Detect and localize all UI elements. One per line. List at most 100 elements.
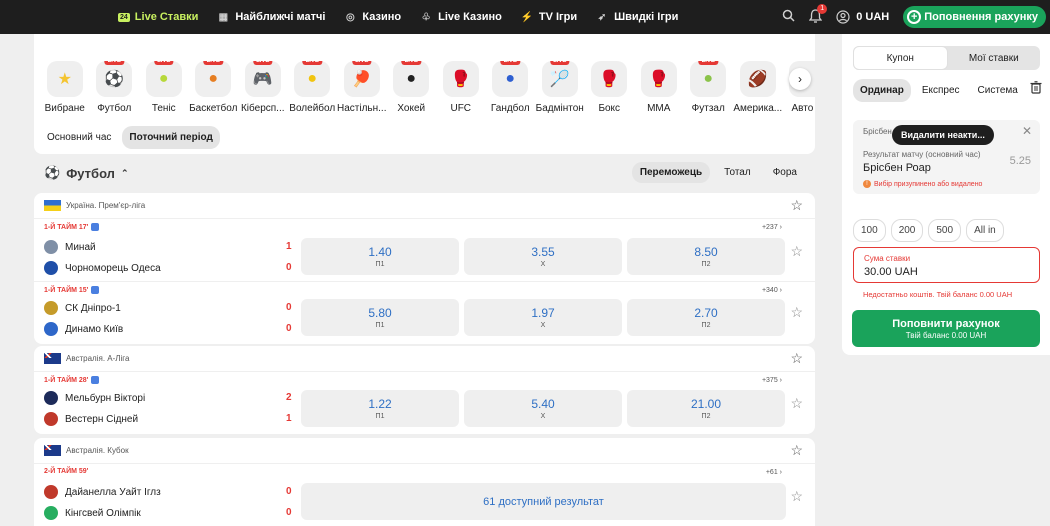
sport-item[interactable]: ● LIVE Гандбол: [486, 61, 536, 114]
team-name: Кінгсвей Олімпік: [65, 507, 141, 519]
more-markets-link[interactable]: +237 ›: [762, 224, 782, 231]
close-icon[interactable]: ✕: [1022, 124, 1032, 138]
stats-icon[interactable]: [91, 286, 100, 294]
nav-tv-games[interactable]: ⚡ TV Ігри: [520, 10, 577, 24]
more-markets-link[interactable]: +61 ›: [766, 469, 782, 476]
league-name: Австралія. Кубок: [66, 446, 129, 455]
bet-warning: ! Вибір призупинено або видалено: [863, 180, 982, 188]
remove-inactive-tooltip[interactable]: Видалити неакти...: [892, 125, 994, 145]
favorite-star-icon[interactable]: ☆: [790, 304, 803, 321]
sport-item[interactable]: 🏸 LIVE Бадмінтон: [535, 61, 585, 114]
user-balance[interactable]: 0 UAH: [836, 10, 889, 24]
deposit-button-balance: Твій баланс 0.00 UAH: [905, 330, 987, 340]
odd-button-p2[interactable]: 2.70 П2: [627, 299, 785, 336]
live-badge: LIVE: [302, 61, 322, 65]
carousel-next-button[interactable]: ›: [789, 68, 811, 90]
sport-item[interactable]: ● LIVE Теніс: [139, 61, 189, 114]
sport-label: Хокей: [397, 103, 426, 114]
sport-item[interactable]: ● LIVE Волейбол: [288, 61, 338, 114]
away-team[interactable]: Чорноморець Одеса: [44, 261, 294, 275]
favorite-star-icon[interactable]: ☆: [790, 243, 803, 260]
more-markets-link[interactable]: +340 ›: [762, 287, 782, 294]
notifications-bell-icon[interactable]: 1: [808, 3, 828, 26]
sport-item[interactable]: ★ Вибране: [40, 61, 90, 114]
nav-live-bets[interactable]: 24 Live Ставки: [118, 11, 198, 23]
tab-express[interactable]: Експрес: [915, 79, 967, 102]
odd-value: 5.80: [368, 306, 392, 320]
sport-item[interactable]: ● LIVE Хокей: [387, 61, 437, 114]
sport-label: Волейбол: [289, 103, 336, 114]
sport-item[interactable]: 🥊 Бокс: [585, 61, 635, 114]
away-score: 0: [286, 323, 292, 334]
sport-item[interactable]: ● LIVE Баскетбол: [189, 61, 239, 114]
bet-coupon-panel: Купон Мої ставки Ординар Експрес Система…: [842, 34, 1050, 355]
odd-button-x[interactable]: 1.97 Х: [464, 299, 622, 336]
sport-item[interactable]: 🏈 Америка...: [733, 61, 783, 114]
odd-button-p1[interactable]: 5.80 П1: [301, 299, 459, 336]
odd-button-x[interactable]: 5.40 Х: [464, 390, 622, 427]
stake-input[interactable]: Сума ставки 30.00 UAH: [853, 247, 1040, 283]
nav-label: Live Казино: [438, 11, 502, 23]
quick-amount-100[interactable]: 100: [853, 219, 886, 242]
favorite-star-icon[interactable]: ☆: [790, 488, 803, 505]
home-team[interactable]: СК Дніпро-1: [44, 301, 294, 315]
sport-item[interactable]: 🏓 LIVE Настільн...: [337, 61, 387, 114]
football-icon: ⚽: [44, 165, 61, 180]
tab-handicap[interactable]: Фора: [765, 162, 805, 183]
stats-icon[interactable]: [91, 223, 100, 231]
tab-winner[interactable]: Переможець: [631, 162, 711, 183]
odd-button-p1[interactable]: 1.40 П1: [301, 238, 459, 275]
favorite-star-icon[interactable]: ☆: [790, 350, 803, 367]
odd-label: П1: [375, 413, 385, 420]
odd-button-p2[interactable]: 21.00 П2: [627, 390, 785, 427]
odd-button-x[interactable]: 3.55 Х: [464, 238, 622, 275]
sport-icon: 🏸 LIVE: [541, 61, 578, 97]
nav-label: TV Ігри: [538, 11, 578, 23]
quick-amount-all-in[interactable]: All in: [966, 219, 1004, 242]
favorite-star-icon[interactable]: ☆: [790, 197, 803, 214]
tab-current-period[interactable]: Поточний період: [122, 126, 220, 149]
away-team[interactable]: Вестерн Сідней: [44, 412, 294, 426]
odd-value: 1.97: [531, 306, 555, 320]
odd-value: 8.50: [694, 245, 718, 259]
search-icon[interactable]: [782, 9, 795, 25]
nav-live-casino[interactable]: ♧ Live Казино: [419, 10, 502, 24]
tab-coupon[interactable]: Купон: [853, 46, 948, 70]
nav-quick-games[interactable]: ➶ Швидкі Ігри: [595, 10, 679, 24]
tv-games-icon: ⚡: [520, 11, 534, 23]
sport-item[interactable]: ⚽ LIVE Футбол: [90, 61, 140, 114]
quick-amount-200[interactable]: 200: [890, 219, 924, 242]
away-team[interactable]: Динамо Київ: [44, 322, 294, 336]
sport-item[interactable]: 🥊 MMA: [634, 61, 684, 114]
user-icon: [836, 10, 850, 24]
home-team[interactable]: Дайанелла Уайт Іглз: [44, 485, 294, 499]
all-results-button[interactable]: 61 доступний результат: [301, 483, 786, 520]
deposit-top-button[interactable]: + Поповнення рахунку: [903, 6, 1046, 28]
live-casino-icon: ♧: [421, 11, 431, 23]
home-team[interactable]: Минай: [44, 240, 294, 254]
more-markets-link[interactable]: +375 ›: [762, 377, 782, 384]
sport-item[interactable]: 🥊 UFC: [436, 61, 486, 114]
deposit-button[interactable]: Поповнити рахунок Твій баланс 0.00 UAH: [852, 310, 1040, 347]
quick-amount-500[interactable]: 500: [928, 219, 962, 242]
tab-system[interactable]: Система: [971, 79, 1025, 102]
tab-main-time[interactable]: Основний час: [40, 126, 118, 149]
sport-item[interactable]: 🎮 LIVE Кіберсп...: [238, 61, 288, 114]
away-team[interactable]: Кінгсвей Олімпік: [44, 506, 294, 520]
tab-single[interactable]: Ординар: [853, 79, 911, 102]
nav-casino[interactable]: ◎ Казино: [343, 10, 401, 24]
stats-icon[interactable]: [91, 376, 100, 384]
sport-item[interactable]: ● LIVE Футзал: [684, 61, 734, 114]
trash-icon[interactable]: [1030, 81, 1042, 97]
nav-upcoming-matches[interactable]: ▦ Найближчі матчі: [216, 10, 326, 24]
sport-label: Гандбол: [490, 103, 530, 114]
favorite-star-icon[interactable]: ☆: [790, 395, 803, 412]
tab-my-bets[interactable]: Мої ставки: [948, 46, 1041, 70]
match-row: 1-Й ТАЙМ 17' +237 › Минай Чорноморець Од…: [34, 219, 815, 281]
favorite-star-icon[interactable]: ☆: [790, 442, 803, 459]
odd-button-p2[interactable]: 8.50 П2: [627, 238, 785, 275]
home-team[interactable]: Мельбурн Вікторі: [44, 391, 294, 405]
sport-section-title[interactable]: ⚽ Футбол ⌃: [44, 165, 129, 181]
odd-button-p1[interactable]: 1.22 П1: [301, 390, 459, 427]
tab-total[interactable]: Тотал: [716, 162, 759, 183]
